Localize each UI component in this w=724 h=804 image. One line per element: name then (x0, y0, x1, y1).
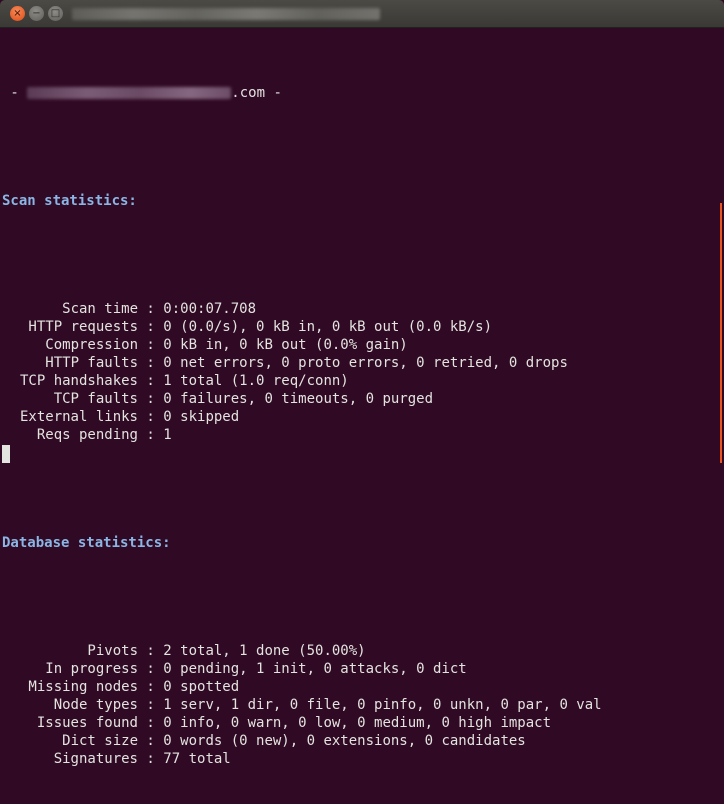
minimize-button[interactable]: − (29, 6, 44, 21)
stat-value: 0 spotted (163, 679, 240, 695)
stat-separator: : (138, 319, 164, 335)
title-bar[interactable]: × − □ (0, 0, 724, 28)
stat-label: TCP handshakes (19, 373, 138, 389)
stat-row: Pivots : 2 total, 1 done (50.00%) (2, 642, 718, 660)
stat-label: TCP faults (53, 391, 138, 407)
stat-separator: : (138, 679, 164, 695)
domain-redacted (27, 87, 232, 99)
stat-separator: : (138, 337, 164, 353)
stat-label: Compression (45, 337, 138, 353)
scrollbar[interactable] (720, 203, 722, 463)
stat-label: In progress (45, 661, 138, 677)
stat-label: Dict size (62, 733, 138, 749)
window-title-redacted (72, 8, 380, 20)
stat-value: 0:00:07.708 (163, 301, 257, 317)
stat-row: Dict size : 0 words (0 new), 0 extension… (2, 732, 718, 750)
stat-row: Scan time : 0:00:07.708 (2, 300, 718, 318)
stat-separator: : (138, 751, 164, 767)
stat-separator: : (138, 733, 164, 749)
stat-row: HTTP requests : 0 (0.0/s), 0 kB in, 0 kB… (2, 318, 718, 336)
stat-value: 0 (0.0/s), 0 kB in, 0 kB out (0.0 kB/s) (163, 319, 493, 335)
stat-value: 0 pending, 1 init, 0 attacks, 0 dict (163, 661, 467, 677)
stat-value: 1 serv, 1 dir, 0 file, 0 pinfo, 0 unkn, … (163, 697, 602, 713)
terminal-window: × − □ - .com - Scan statistics: Scan tim… (0, 0, 724, 767)
stat-separator: : (138, 301, 164, 317)
maximize-button[interactable]: □ (48, 6, 63, 21)
close-button[interactable]: × (10, 6, 25, 21)
stat-separator: : (138, 661, 164, 677)
stat-label: Signatures (53, 751, 138, 767)
stat-label: Node types (53, 697, 138, 713)
stat-row: Issues found : 0 info, 0 warn, 0 low, 0 … (2, 714, 718, 732)
domain-header-line: - .com - (2, 84, 718, 102)
domain-suffix: .com (231, 85, 266, 101)
header-prefix: - (2, 85, 28, 101)
stat-value: 1 total (1.0 req/conn) (163, 373, 349, 389)
database-statistics-list: Pivots : 2 total, 1 done (50.00%) In prog… (2, 642, 718, 768)
stat-label: Pivots (87, 643, 138, 659)
stat-row: Compression : 0 kB in, 0 kB out (0.0% ga… (2, 336, 718, 354)
stat-separator: : (138, 391, 164, 407)
stat-row: Missing nodes : 0 spotted (2, 678, 718, 696)
stat-row: Signatures : 77 total (2, 750, 718, 768)
stat-row: Node types : 1 serv, 1 dir, 0 file, 0 pi… (2, 696, 718, 714)
stat-row: TCP handshakes : 1 total (1.0 req/conn) (2, 372, 718, 390)
stat-label: HTTP requests (28, 319, 138, 335)
stat-separator: : (138, 355, 164, 371)
minimize-icon: − (32, 7, 41, 19)
stat-value: 0 words (0 new), 0 extensions, 0 candida… (163, 733, 526, 749)
stat-label: External links (19, 409, 138, 425)
stat-label: Missing nodes (28, 679, 138, 695)
stat-row: TCP faults : 0 failures, 0 timeouts, 0 p… (2, 390, 718, 408)
stat-value: 0 kB in, 0 kB out (0.0% gain) (163, 337, 408, 353)
stat-value: 0 info, 0 warn, 0 low, 0 medium, 0 high … (163, 715, 552, 731)
stat-row: External links : 0 skipped (2, 408, 718, 426)
stat-separator: : (138, 715, 164, 731)
header-end: - (265, 85, 282, 101)
scan-statistics-list: Scan time : 0:00:07.708 HTTP requests : 0… (2, 300, 718, 444)
stat-label: Issues found (36, 715, 138, 731)
stat-value: 1 (163, 427, 172, 443)
stat-separator: : (138, 697, 164, 713)
stat-label: HTTP faults (45, 355, 138, 371)
stat-separator: : (138, 427, 164, 443)
stat-row: HTTP faults : 0 net errors, 0 proto erro… (2, 354, 718, 372)
maximize-icon: □ (50, 7, 61, 19)
scan-statistics-heading: Scan statistics: (2, 193, 137, 209)
stat-separator: : (138, 409, 164, 425)
stat-label: Reqs pending (36, 427, 138, 443)
stat-row: In progress : 0 pending, 1 init, 0 attac… (2, 660, 718, 678)
terminal-output[interactable]: - .com - Scan statistics: Scan time : 0:… (2, 48, 718, 804)
stat-separator: : (138, 373, 164, 389)
stat-value: 2 total, 1 done (50.00%) (163, 643, 366, 659)
stat-value: 0 failures, 0 timeouts, 0 purged (163, 391, 434, 407)
stat-label: Scan time (62, 301, 138, 317)
stat-value: 77 total (163, 751, 231, 767)
stat-row: Reqs pending : 1 (2, 426, 718, 444)
close-icon: × (13, 7, 22, 19)
database-statistics-heading: Database statistics: (2, 535, 171, 551)
stat-value: 0 net errors, 0 proto errors, 0 retried,… (163, 355, 568, 371)
stat-separator: : (138, 643, 164, 659)
stat-value: 0 skipped (163, 409, 240, 425)
terminal-cursor (2, 445, 10, 463)
